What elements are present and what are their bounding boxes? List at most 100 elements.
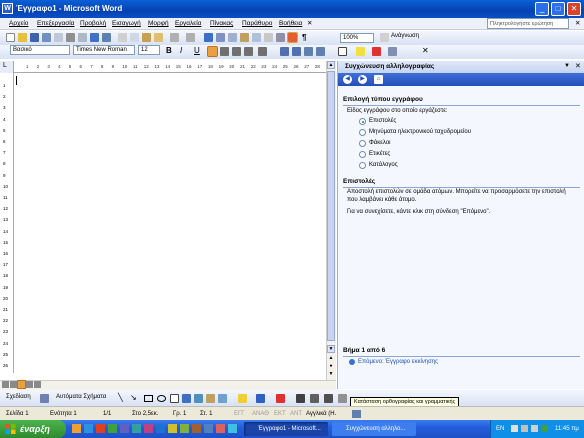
radio-letters[interactable] [359,118,366,125]
paste-icon[interactable] [142,33,151,42]
close-document-icon[interactable]: ✕ [575,18,580,30]
read-button[interactable]: Ανάγνωση [391,33,419,39]
draw-menu[interactable]: Σχεδίαση [6,394,31,400]
menu-window[interactable]: Παράθυρο [242,18,272,30]
taskbar-word-button[interactable]: Έγγραφο1 - Microsoft... [244,422,328,436]
horizontal-ruler[interactable]: 1 2 3 4 5 6 7 8 9 10 11 12 13 14 15 16 17 18 19 20 21 22 23 24 2… [14,61,334,73]
status-ovr[interactable]: ΑΝΤ [290,407,302,421]
format-painter-icon[interactable] [154,33,163,42]
menu-insert[interactable]: Εισαγωγή [112,18,141,30]
word-app-icon[interactable]: W [2,3,13,14]
italic-button[interactable]: I [180,46,182,55]
clipart-icon[interactable] [206,394,215,403]
spelling-icon[interactable] [90,33,99,42]
new-document-icon[interactable] [6,33,15,42]
line-style-icon[interactable] [296,394,305,403]
font-color-icon[interactable] [372,47,381,56]
next-arrow-icon[interactable] [349,359,355,365]
quicklaunch-icon[interactable] [144,424,153,433]
quicklaunch-icon[interactable] [180,424,189,433]
quicklaunch-icon[interactable] [156,424,165,433]
next-step-link[interactable]: Επόμενο: Έγγραφο εκκίνησης [358,359,438,365]
select-browse-object-icon[interactable]: ● [327,363,335,370]
menu-file[interactable]: Αρχείο [9,18,28,30]
align-right-icon[interactable] [232,47,241,56]
highlight-icon[interactable] [356,47,365,56]
language-indicator[interactable]: EN [496,420,504,438]
bold-button[interactable]: B [166,46,172,55]
drawing-font-color-icon[interactable] [276,394,285,403]
arrow-style-icon[interactable] [324,394,333,403]
bullets-icon[interactable] [292,47,301,56]
decrease-indent-icon[interactable] [304,47,313,56]
research-icon[interactable] [102,33,111,42]
picture-icon[interactable] [218,394,227,403]
menu-tools[interactable]: Εργαλεία [175,18,201,30]
status-rec[interactable]: ΕΓΓ [234,407,245,421]
fill-color-icon[interactable] [238,394,247,403]
print-preview-icon[interactable] [78,33,87,42]
home-icon[interactable]: ⌂ [374,75,383,84]
undo-icon[interactable] [170,33,179,42]
radio-label-directory[interactable]: Κατάλογος [369,162,398,168]
justify-icon[interactable] [244,47,253,56]
text-box-icon[interactable] [170,394,179,403]
zoom-combo[interactable]: 100% [340,33,374,43]
quicklaunch-icon[interactable] [120,424,129,433]
radio-email[interactable] [359,129,366,136]
menu-close-doc-icon[interactable]: ✕ [307,18,312,30]
print-icon[interactable] [66,33,75,42]
scroll-thumb[interactable] [327,71,335,341]
email-icon[interactable] [54,33,63,42]
insert-table-icon[interactable] [228,33,237,42]
font-size-combo[interactable]: 12 [138,45,160,55]
style-combo[interactable]: Βασικό [10,45,70,55]
radio-labels[interactable] [359,151,366,158]
underline-button[interactable]: U [194,46,200,55]
reading-view-icon[interactable] [34,381,41,388]
document-map-icon[interactable] [276,33,285,42]
document-page[interactable] [14,73,326,373]
help-search-input[interactable]: Πληκτρολογήστε ερώτηση [487,18,569,29]
tab-selector[interactable]: L [0,61,14,73]
maximize-button[interactable]: □ [551,2,565,16]
status-trk[interactable]: ΑΝΑΘ [252,407,269,421]
outline-view-icon[interactable] [26,381,33,388]
drawing-icon[interactable] [264,33,273,42]
shadow-icon[interactable] [338,394,347,403]
menu-edit[interactable]: Επεξεργασία [37,18,74,30]
start-button[interactable]: έναρξη [0,420,66,438]
normal-view-icon[interactable] [2,381,9,388]
align-center-icon[interactable] [220,47,229,56]
radio-label-labels[interactable]: Ετικέτες [369,151,390,157]
rectangle-icon[interactable] [144,395,153,402]
menu-format[interactable]: Μορφή [148,18,169,30]
print-layout-view-icon[interactable] [17,380,26,389]
copy-icon[interactable] [130,33,139,42]
dash-style-icon[interactable] [310,394,319,403]
save-icon[interactable] [30,33,39,42]
align-left-icon[interactable] [207,46,218,57]
quicklaunch-icon[interactable] [72,424,81,433]
wordart-icon[interactable] [182,394,191,403]
radio-directory[interactable] [359,162,366,169]
menu-table[interactable]: Πίνακας [210,18,233,30]
scroll-down-icon[interactable]: ▼ [327,345,335,353]
pane-close-icon[interactable]: ✕ [575,62,581,70]
open-folder-icon[interactable] [18,33,27,42]
line-color-icon[interactable] [256,394,265,403]
line-spacing-icon[interactable] [258,47,267,56]
clock[interactable]: 11:45 πμ [555,420,579,438]
forward-icon[interactable]: ▶ [358,75,367,84]
columns-icon[interactable] [252,33,261,42]
scroll-up-icon[interactable]: ▲ [327,61,335,69]
menu-help[interactable]: Βοήθεια [279,18,302,30]
next-page-icon[interactable]: ▼ [327,371,335,378]
web-view-icon[interactable] [10,381,17,388]
back-icon[interactable]: ◀ [343,75,352,84]
close-toolbar-icon[interactable]: ✕ [422,46,429,55]
hyperlink-icon[interactable] [204,33,213,42]
redo-icon[interactable] [186,33,195,42]
radio-label-letters[interactable]: Επιστολές [369,118,396,124]
help-icon[interactable] [380,33,389,42]
